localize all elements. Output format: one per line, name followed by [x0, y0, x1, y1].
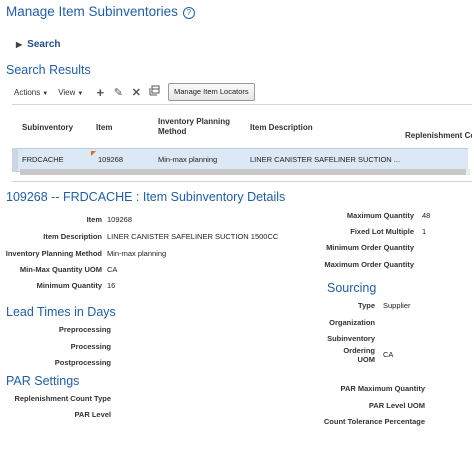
column-header-item[interactable]: Item	[96, 123, 112, 133]
maximum-quantity-label: Maximum Quantity	[346, 211, 414, 220]
par-settings-heading: PAR Settings	[6, 374, 80, 388]
search-results-heading: Search Results	[6, 63, 91, 77]
delete-x-icon[interactable]: ✕	[129, 86, 143, 99]
chevron-down-icon: ▼	[77, 90, 84, 97]
cell-item-description: LINER CANISTER SAFELINER SUCTION ...	[250, 155, 401, 164]
sourcing-type-value: Supplier	[383, 301, 411, 310]
scrollbar-thumb[interactable]	[20, 169, 466, 175]
ordering-uom-value: CA	[383, 350, 394, 359]
item-label: Item	[86, 215, 102, 224]
column-header-replenishment[interactable]: Replenishment Co	[405, 131, 472, 141]
maximum-order-quantity-label: Maximum Order Quantity	[324, 260, 414, 269]
search-disclosure[interactable]: ▶ Search	[16, 39, 61, 50]
manage-item-locators-button[interactable]: Manage Item Locators	[168, 83, 255, 101]
cell-subinventory: FRDCACHE	[22, 155, 64, 164]
page-title: Manage Item Subinventories?	[6, 4, 195, 19]
processing-label: Processing	[70, 342, 111, 351]
replenishment-count-type-label: Replenishment Count Type	[14, 394, 111, 403]
lead-times-heading: Lead Times in Days	[6, 305, 116, 319]
details-heading: 109268 -- FRDCACHE : Item Subinventory D…	[6, 190, 286, 204]
item-description-label: Item Description	[43, 232, 102, 241]
search-label[interactable]: Search	[27, 39, 60, 50]
preprocessing-label: Preprocessing	[58, 325, 111, 334]
ordering-uom-label-line1: Ordering	[343, 346, 375, 355]
cell-planning-method: Min-max planning	[158, 155, 218, 164]
minimum-quantity-label: Minimum Quantity	[36, 281, 102, 290]
par-maximum-quantity-label: PAR Maximum Quantity	[340, 384, 425, 393]
column-header-subinventory[interactable]: Subinventory	[22, 123, 73, 133]
ordering-uom-label-line2: UOM	[357, 355, 376, 364]
results-table: Subinventory Item Inventory Planning Met…	[12, 104, 472, 182]
actions-menu-label[interactable]: Actions	[14, 88, 40, 97]
count-tolerance-percentage-label: Count Tolerance Percentage	[323, 417, 425, 426]
expand-triangle-icon[interactable]: ▶	[16, 40, 22, 49]
min-max-uom-label: Min-Max Quantity UOM	[19, 265, 102, 274]
cell-item[interactable]: 109268	[98, 155, 123, 164]
view-menu-label[interactable]: View	[58, 88, 75, 97]
sourcing-organization-label: Organization	[329, 318, 375, 327]
detach-table-icon[interactable]	[147, 85, 161, 99]
row-selector[interactable]	[12, 148, 18, 172]
column-header-item-description[interactable]: Item Description	[250, 123, 313, 133]
minimum-quantity-value: 16	[107, 281, 116, 290]
sourcing-type-label: Type	[358, 301, 375, 310]
item-description-value: LINER CANISTER SAFELINER SUCTION 1500CC	[107, 232, 279, 241]
postprocessing-label: Postprocessing	[54, 358, 111, 367]
results-toolbar: Actions ▼ View ▼ + ✎ ✕	[14, 84, 165, 100]
page-title-text: Manage Item Subinventories	[6, 4, 178, 19]
edit-pencil-icon[interactable]: ✎	[111, 86, 125, 99]
view-menu[interactable]: View ▼	[58, 88, 83, 97]
column-header-planning-method[interactable]: Inventory Planning Method	[158, 117, 238, 136]
add-icon[interactable]: +	[93, 85, 107, 100]
changed-flag-icon	[91, 151, 96, 156]
chevron-down-icon: ▼	[42, 90, 49, 97]
item-value: 109268	[107, 215, 133, 224]
horizontal-scrollbar[interactable]	[20, 169, 470, 175]
fixed-lot-multiple-value: 1	[422, 227, 427, 236]
actions-menu[interactable]: Actions ▼	[14, 88, 48, 97]
planning-method-label: Inventory Planning Method	[5, 249, 102, 258]
sourcing-subinventory-label: Subinventory	[327, 334, 375, 343]
help-icon[interactable]: ?	[182, 7, 195, 19]
maximum-quantity-value: 48	[422, 211, 431, 220]
par-level-label: PAR Level	[74, 410, 111, 419]
par-level-uom-label: PAR Level UOM	[368, 401, 425, 410]
planning-method-value: Min-max planning	[107, 249, 167, 258]
sourcing-heading: Sourcing	[327, 281, 377, 295]
fixed-lot-multiple-label: Fixed Lot Multiple	[350, 227, 414, 236]
min-max-uom-value: CA	[107, 265, 118, 274]
minimum-order-quantity-label: Minimum Order Quantity	[326, 243, 414, 252]
